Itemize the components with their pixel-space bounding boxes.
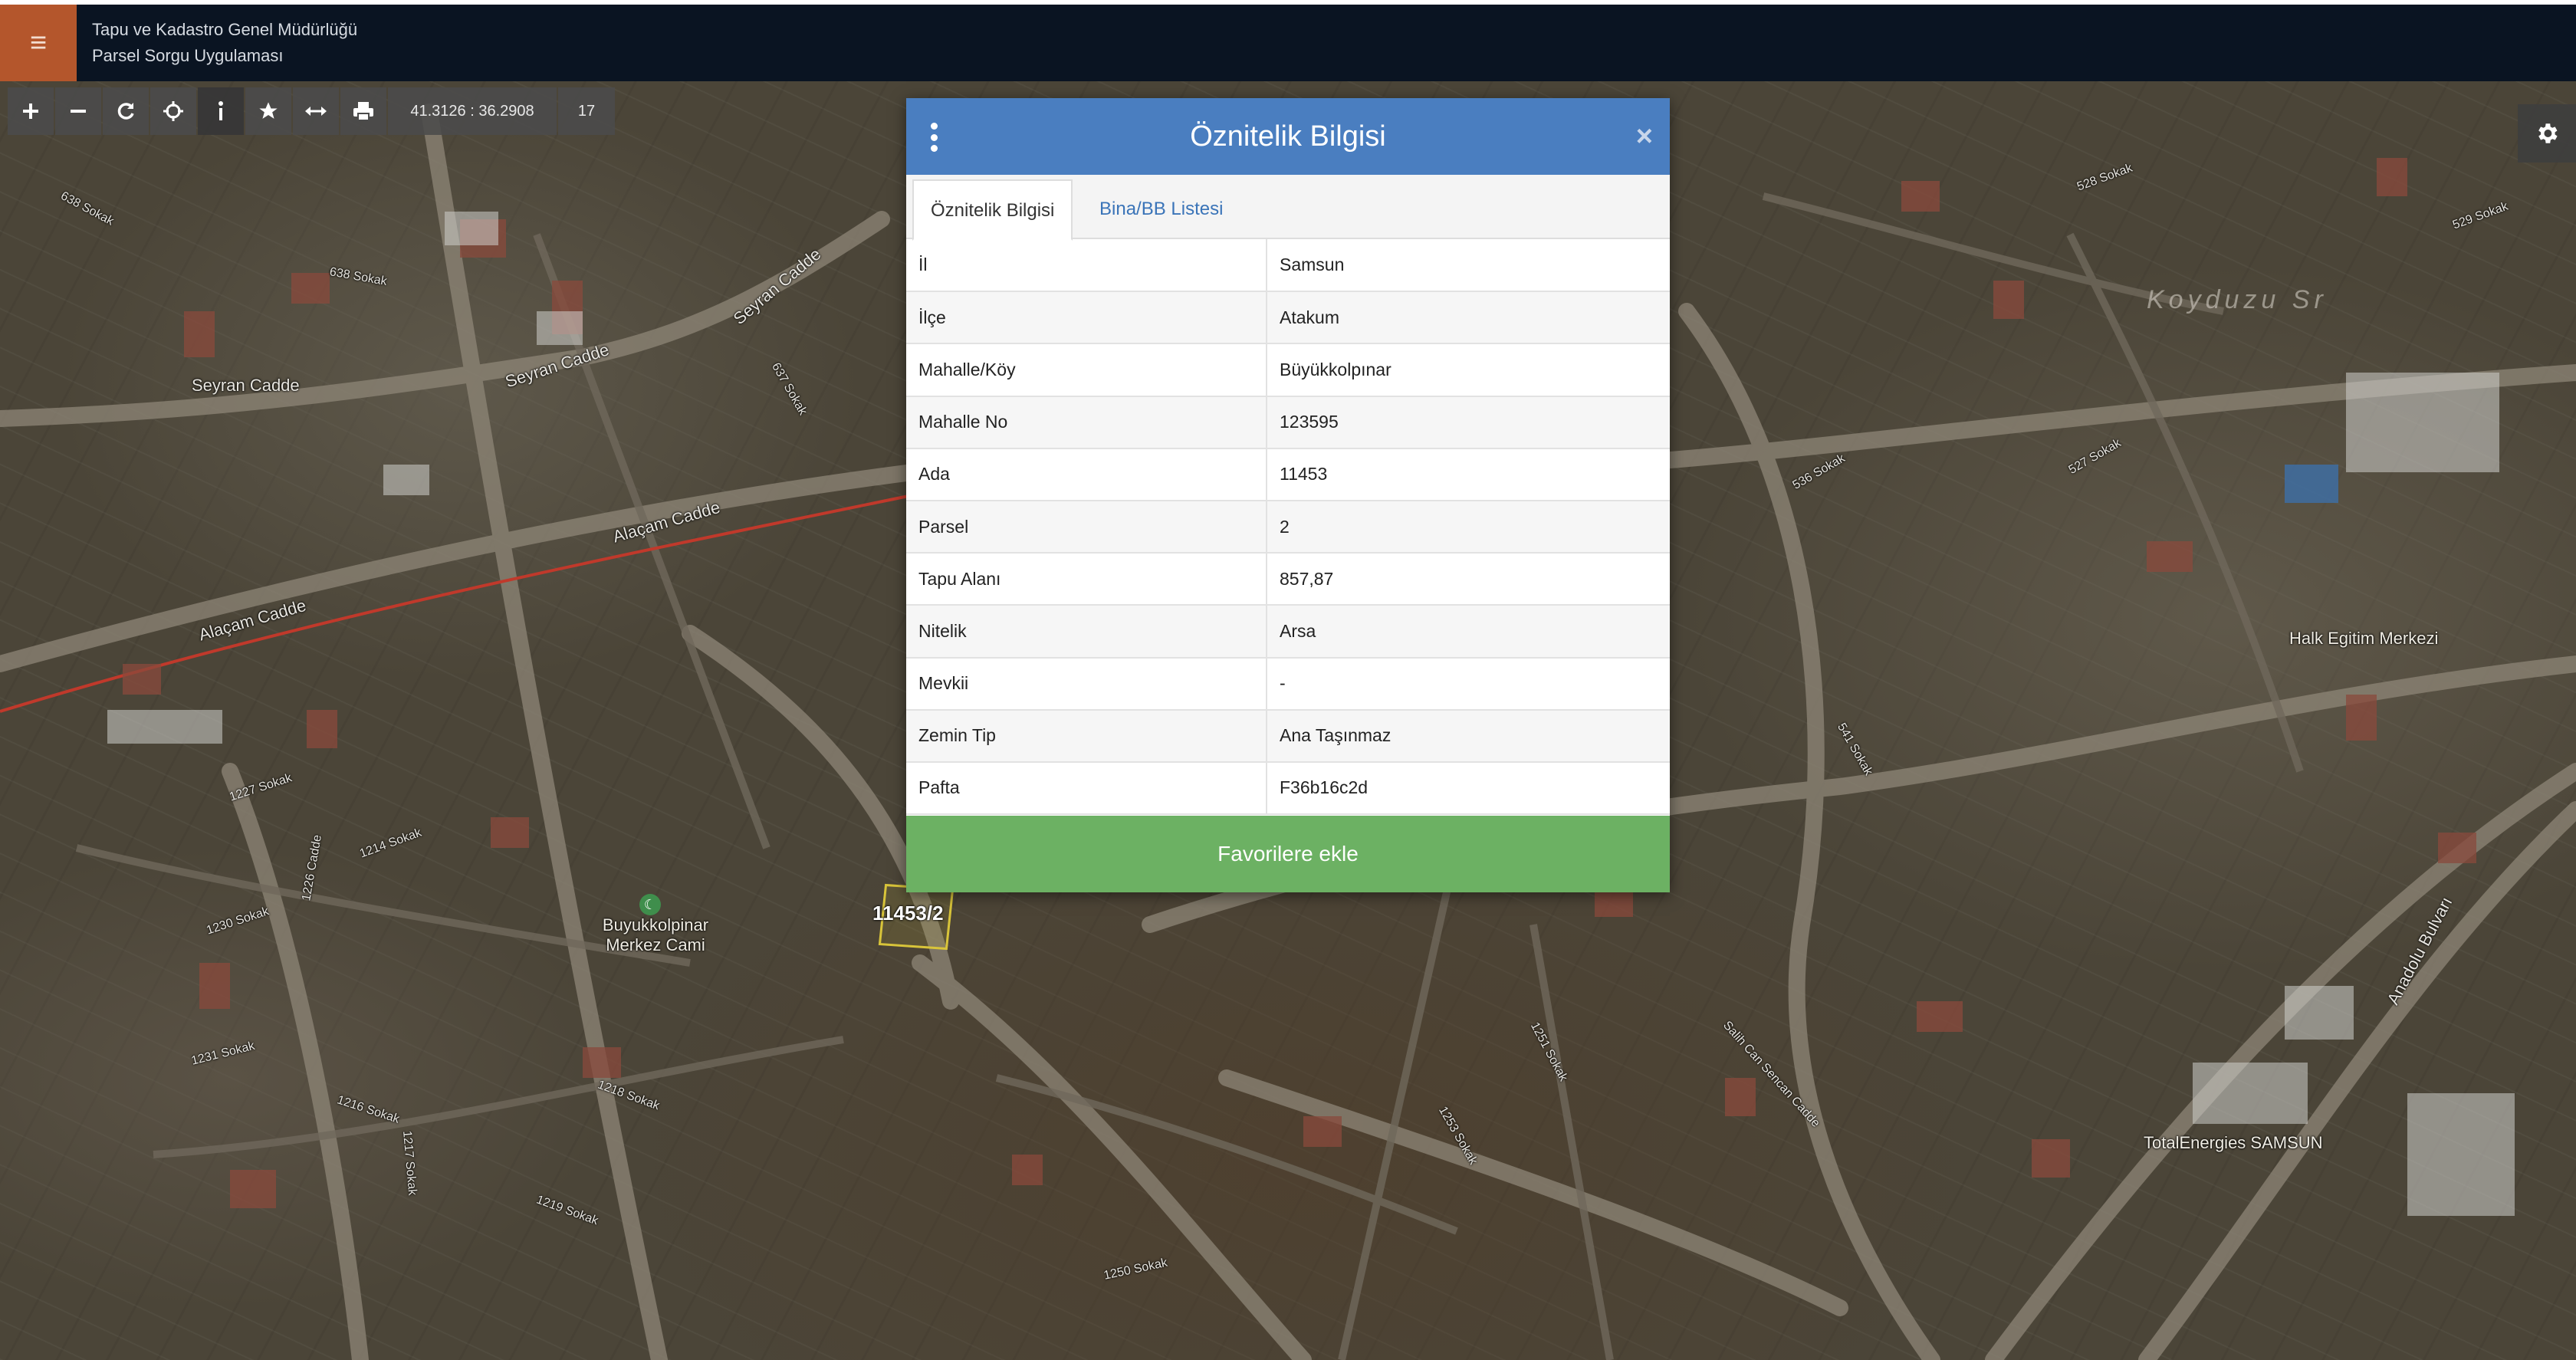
refresh-icon [117,103,134,120]
measure-button[interactable] [293,87,339,135]
road-alacam [0,464,921,672]
table-row: Mahalle No 123595 [906,396,1670,449]
print-icon [353,102,373,121]
zoom-out-button[interactable] [55,87,101,135]
attribute-value: 857,87 [1267,553,1670,606]
attribute-key: Pafta [906,761,1267,816]
attribute-value: 11453 [1267,448,1670,501]
attribute-key: Ada [906,448,1267,501]
table-row: Pafta F36b16c2d [906,761,1670,816]
app-title: Tapu ve Kadastro Genel Müdürlüğü Parsel … [92,17,357,69]
dialog-tabs: Öznitelik Bilgisi Bina/BB Listesi [906,175,1670,241]
table-row: Mahalle/Köy Büyükkolpınar [906,343,1670,397]
minus-icon [71,110,86,113]
table-row: Tapu Alanı 857,87 [906,553,1670,606]
attribute-value: 2 [1267,500,1670,554]
close-button[interactable]: × [1636,121,1653,152]
crosshair-icon [163,101,183,121]
attribute-key: Mevkii [906,657,1267,711]
tab-attribute-info[interactable]: Öznitelik Bilgisi [912,179,1073,241]
hamburger-menu-button[interactable]: ≡ [0,5,77,81]
poi-label-totalenergies: TotalEnergies SAMSUN [2144,1133,2323,1152]
street-label: Seyran Cadde [192,376,300,395]
attribute-value: Arsa [1267,605,1670,659]
app-header: ≡ Tapu ve Kadastro Genel Müdürlüğü Parse… [0,5,2576,81]
plus-icon [23,103,38,119]
hamburger-icon: ≡ [29,26,48,59]
star-icon [259,102,278,119]
info-button[interactable] [198,87,244,135]
gear-icon [2538,123,2558,143]
attribute-table: İl Samsun İlçe Atakum Mahalle/Köy Büyükkolp… [906,239,1670,816]
attribute-value: Samsun [1267,239,1670,293]
favorites-button[interactable] [245,87,291,135]
attribute-value: 123595 [1267,396,1670,449]
zoom-in-button[interactable] [8,87,54,135]
dialog-title: Öznitelik Bilgisi [1190,120,1386,153]
attribute-value: Atakum [1267,291,1670,345]
print-button[interactable] [340,87,386,135]
attribute-info-dialog: Öznitelik Bilgisi × Öznitelik Bilgisi Bi… [906,98,1670,892]
parcel-label: 11453/2 [872,902,944,925]
attribute-value: F36b16c2d [1267,761,1670,816]
table-row: Zemin Tip Ana Taşınmaz [906,709,1670,763]
attribute-key: İlçe [906,291,1267,345]
coordinate-readout: 41.3126 : 36.2908 [388,87,557,135]
poi-label-halk-egitim: Halk Egitim Merkezi [2289,629,2439,648]
table-row: Parsel 2 [906,500,1670,554]
zoom-level-readout: 17 [558,87,615,135]
area-label: Koyduzu Sr [2147,285,2328,314]
attribute-value: - [1267,657,1670,711]
map-toolbar: 41.3126 : 36.2908 17 [8,87,615,135]
measure-icon [305,107,327,116]
dialog-header: Öznitelik Bilgisi × [906,98,1670,175]
attribute-key: Parsel [906,500,1267,554]
attribute-key: Mahalle No [906,396,1267,449]
info-icon [219,101,223,120]
table-row: İlçe Atakum [906,291,1670,345]
attribute-value: Ana Taşınmaz [1267,709,1670,763]
table-row: Ada 11453 [906,448,1670,501]
refresh-button[interactable] [103,87,149,135]
attribute-key: Mahalle/Köy [906,343,1267,397]
app-name: Parsel Sorgu Uygulaması [92,46,284,65]
table-row: İl Samsun [906,239,1670,293]
attribute-key: Zemin Tip [906,709,1267,763]
settings-button[interactable] [2518,104,2576,163]
mosque-icon: ☾ [639,894,661,915]
attribute-value: Büyükkolpınar [1267,343,1670,397]
attribute-key: İl [906,239,1267,293]
attribute-key: Tapu Alanı [906,553,1267,606]
org-name: Tapu ve Kadastro Genel Müdürlüğü [92,20,358,39]
add-to-favorites-button[interactable]: Favorilere ekle [906,816,1670,892]
attribute-key: Nitelik [906,605,1267,659]
table-row: Nitelik Arsa [906,605,1670,659]
locate-button[interactable] [150,87,196,135]
poi-label-mosque: Buyukkolpinar Merkez Cami [602,915,709,954]
tab-building-list[interactable]: Bina/BB Listesi [1083,179,1240,241]
table-row: Mevkii - [906,657,1670,711]
